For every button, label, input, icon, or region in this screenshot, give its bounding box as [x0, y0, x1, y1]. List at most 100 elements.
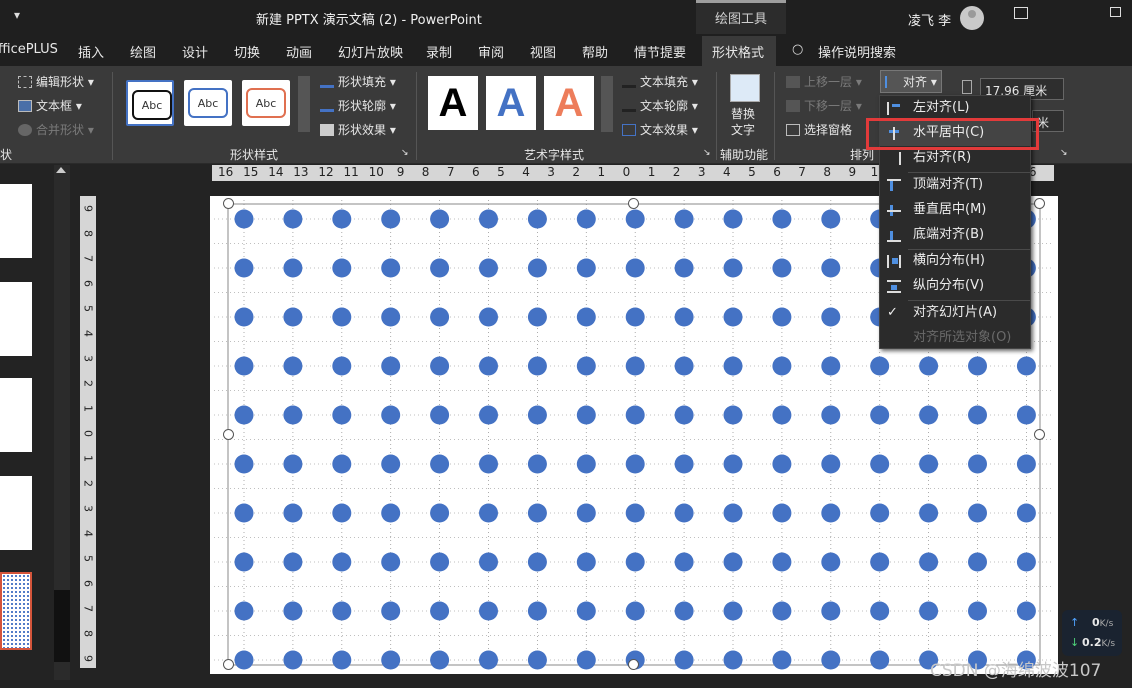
- dot-shape[interactable]: [283, 503, 303, 523]
- dot-shape[interactable]: [381, 552, 401, 572]
- slide-thumbnail[interactable]: [0, 476, 32, 550]
- selection-pane-button[interactable]: 选择窗格: [786, 121, 852, 138]
- dot-shape[interactable]: [674, 601, 694, 621]
- dot-shape[interactable]: [576, 356, 596, 376]
- dot-shape[interactable]: [772, 650, 792, 670]
- dot-shape[interactable]: [332, 209, 352, 229]
- dot-shape[interactable]: [919, 405, 939, 425]
- dot-shape[interactable]: [919, 552, 939, 572]
- avatar[interactable]: [960, 6, 984, 30]
- tab-shape-format[interactable]: 形状格式: [712, 42, 764, 61]
- dot-shape[interactable]: [625, 405, 645, 425]
- dot-shape[interactable]: [968, 356, 987, 376]
- dot-shape[interactable]: [381, 405, 401, 425]
- dot-shape[interactable]: [283, 258, 303, 278]
- dot-shape[interactable]: [430, 307, 450, 327]
- dot-shape[interactable]: [527, 503, 547, 523]
- dot-shape[interactable]: [723, 601, 743, 621]
- shape-outline-button[interactable]: 形状轮廓 ▾: [320, 97, 396, 114]
- dot-shape[interactable]: [430, 209, 450, 229]
- dot-shape[interactable]: [723, 209, 743, 229]
- dot-shape[interactable]: [576, 650, 596, 670]
- dot-shape[interactable]: [234, 503, 254, 523]
- dot-shape[interactable]: [821, 552, 841, 572]
- dot-shape[interactable]: [332, 601, 352, 621]
- dot-shape[interactable]: [283, 601, 303, 621]
- dot-shape[interactable]: [283, 356, 303, 376]
- dot-shape[interactable]: [283, 650, 303, 670]
- shape-styles-launcher-icon[interactable]: ↘: [401, 148, 409, 158]
- dot-shape[interactable]: [625, 601, 645, 621]
- dot-shape[interactable]: [479, 356, 498, 376]
- dot-shape[interactable]: [527, 650, 547, 670]
- dot-shape[interactable]: [870, 601, 890, 621]
- align-selected-objects-item[interactable]: 对齐所选对象(O): [880, 326, 1030, 351]
- dot-shape[interactable]: [332, 650, 352, 670]
- dot-shape[interactable]: [723, 356, 743, 376]
- dot-shape[interactable]: [674, 503, 694, 523]
- send-backward-button[interactable]: 下移一层 ▾: [786, 97, 862, 114]
- resize-handle[interactable]: [628, 659, 639, 670]
- text-box-button[interactable]: 文本框 ▾: [18, 97, 82, 114]
- dot-shape[interactable]: [332, 503, 352, 523]
- tab-officeplus[interactable]: fficePLUS: [0, 42, 58, 57]
- dot-shape[interactable]: [968, 601, 987, 621]
- dot-shape[interactable]: [723, 552, 743, 572]
- slide-thumbnail-selected[interactable]: [0, 572, 32, 650]
- shape-style-1[interactable]: Abc: [126, 80, 174, 126]
- dot-shape[interactable]: [527, 307, 547, 327]
- dot-shape[interactable]: [919, 503, 939, 523]
- dot-shape[interactable]: [968, 454, 987, 474]
- dot-shape[interactable]: [430, 356, 450, 376]
- dot-shape[interactable]: [870, 650, 890, 670]
- text-fill-button[interactable]: 文本填充 ▾: [622, 73, 698, 90]
- dot-shape[interactable]: [870, 454, 890, 474]
- align-to-slide-item[interactable]: ✓ 对齐幻灯片(A): [880, 301, 1030, 326]
- dot-shape[interactable]: [870, 552, 890, 572]
- distribute-horizontal-item[interactable]: 横向分布(H): [880, 249, 1030, 274]
- dot-shape[interactable]: [283, 405, 303, 425]
- shape-fill-button[interactable]: 形状填充 ▾: [320, 73, 396, 90]
- dot-shape[interactable]: [674, 552, 694, 572]
- dot-shape[interactable]: [821, 650, 841, 670]
- dot-shape[interactable]: [1016, 356, 1036, 376]
- slide-thumbnail[interactable]: [0, 282, 32, 356]
- dot-shape[interactable]: [234, 356, 254, 376]
- tab-insert[interactable]: 插入: [78, 42, 104, 61]
- dot-shape[interactable]: [968, 503, 987, 523]
- dot-shape[interactable]: [919, 601, 939, 621]
- dot-shape[interactable]: [772, 601, 792, 621]
- resize-handle[interactable]: [223, 659, 234, 670]
- slide-thumbnail[interactable]: [0, 378, 32, 452]
- dot-shape[interactable]: [674, 405, 694, 425]
- tab-help[interactable]: 帮助: [582, 42, 608, 61]
- dot-shape[interactable]: [821, 601, 841, 621]
- wordart-style-black[interactable]: A: [428, 76, 478, 130]
- dot-shape[interactable]: [527, 258, 547, 278]
- scroll-up-icon[interactable]: [56, 167, 66, 173]
- dot-shape[interactable]: [332, 356, 352, 376]
- dot-shape[interactable]: [625, 503, 645, 523]
- slide-thumbnail[interactable]: [0, 184, 32, 258]
- dot-shape[interactable]: [430, 503, 450, 523]
- dot-shape[interactable]: [430, 601, 450, 621]
- dot-shape[interactable]: [332, 405, 352, 425]
- text-effects-button[interactable]: 文本效果 ▾: [622, 121, 698, 138]
- dot-shape[interactable]: [821, 258, 841, 278]
- dot-shape[interactable]: [919, 356, 939, 376]
- dot-shape[interactable]: [723, 503, 743, 523]
- dot-shape[interactable]: [381, 650, 401, 670]
- dot-shape[interactable]: [772, 258, 792, 278]
- dot-shape[interactable]: [625, 356, 645, 376]
- resize-handle[interactable]: [223, 198, 234, 209]
- dot-shape[interactable]: [576, 601, 596, 621]
- dot-shape[interactable]: [430, 258, 450, 278]
- dot-shape[interactable]: [283, 454, 303, 474]
- dot-shape[interactable]: [625, 454, 645, 474]
- dot-shape[interactable]: [625, 209, 645, 229]
- tab-record[interactable]: 录制: [426, 42, 452, 61]
- dot-shape[interactable]: [283, 209, 303, 229]
- shape-styles-scroll[interactable]: [298, 76, 310, 132]
- dot-shape[interactable]: [625, 258, 645, 278]
- dot-shape[interactable]: [234, 601, 254, 621]
